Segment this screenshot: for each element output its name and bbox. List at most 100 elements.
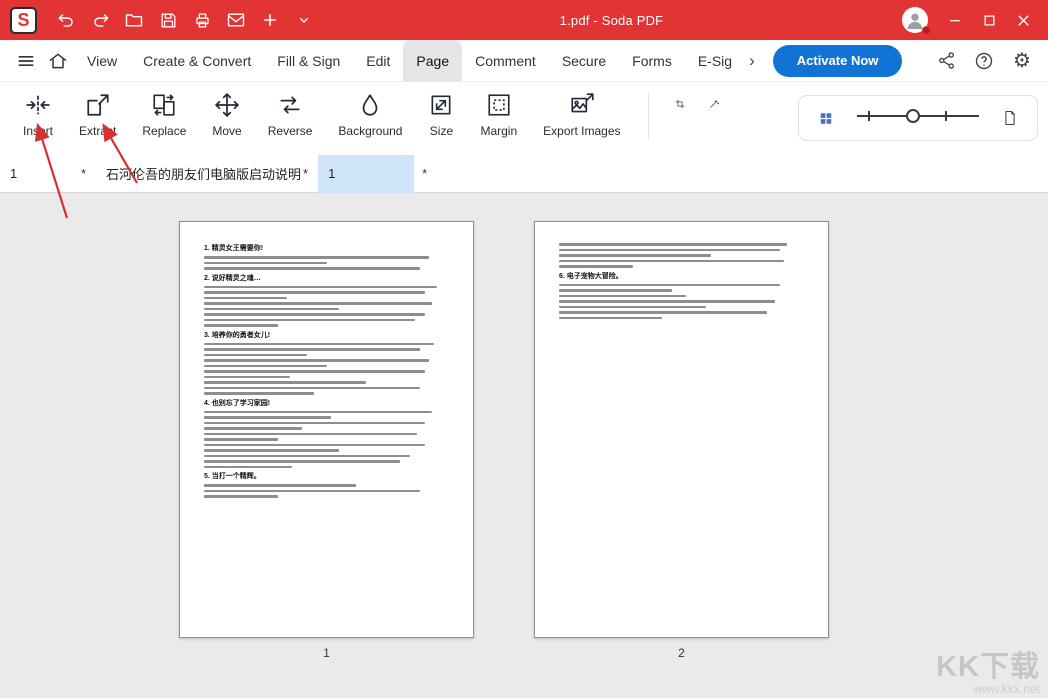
- page-text-paragraph: [559, 260, 804, 268]
- ribbon-replace-label: Replace: [142, 124, 186, 138]
- help-icon: [974, 51, 994, 71]
- tab-secure[interactable]: Secure: [549, 40, 619, 82]
- tab-create-convert[interactable]: Create & Convert: [130, 40, 264, 82]
- tab-page[interactable]: Page: [403, 40, 462, 82]
- page-text-paragraph: [559, 311, 804, 319]
- minimize-icon: [947, 12, 963, 28]
- save-icon: [159, 11, 178, 30]
- undo-button[interactable]: [49, 3, 83, 37]
- close-button[interactable]: [1006, 3, 1040, 37]
- ribbon-margin-button[interactable]: Margin: [467, 87, 530, 142]
- page-text-paragraph: [204, 444, 449, 452]
- ribbon-insert-button[interactable]: Insert: [10, 87, 66, 142]
- page-text-paragraph: [204, 256, 449, 264]
- page-text-heading: 6. 电子宠物大冒险。: [559, 273, 804, 281]
- help-button[interactable]: [968, 45, 1000, 77]
- ribbon-background-label: Background: [338, 124, 402, 138]
- print-button[interactable]: [185, 3, 219, 37]
- share-button[interactable]: [930, 45, 962, 77]
- minimize-button[interactable]: [938, 3, 972, 37]
- maximize-button[interactable]: [972, 3, 1006, 37]
- pdf-page-1[interactable]: 1. 精灵女王需要你!2. 说好精灵之魂…3. 培养你的勇者女儿!4. 也别忘了…: [179, 221, 474, 638]
- ribbon-background-button[interactable]: Background: [325, 87, 415, 142]
- doc-tab-3-modified: *: [414, 166, 435, 181]
- home-button[interactable]: [42, 45, 74, 77]
- background-icon: [357, 91, 383, 119]
- page-text-paragraph: [204, 387, 449, 395]
- document-canvas: 1. 精灵女王需要你!2. 说好精灵之魂…3. 培养你的勇者女儿!4. 也别忘了…: [0, 193, 1048, 698]
- doc-tab-2-modified: *: [303, 166, 308, 181]
- tab-view[interactable]: View: [74, 40, 130, 82]
- page-text-heading: 5. 当打一个精辉。: [204, 473, 449, 481]
- doc-tab-2[interactable]: 石河伦吾的朋友们电脑版启动说明 *: [96, 155, 318, 193]
- settings-button[interactable]: ⚙: [1006, 45, 1038, 77]
- page-text-paragraph: [204, 370, 449, 378]
- move-pages-icon: [214, 91, 240, 119]
- deskew-wand-icon: [709, 91, 719, 117]
- page-text-heading: 2. 说好精灵之魂…: [204, 275, 449, 283]
- ribbon-margin-label: Margin: [480, 124, 517, 138]
- ribbon-replace-button[interactable]: Replace: [129, 87, 199, 142]
- page-icon: [1003, 107, 1017, 129]
- tab-comment[interactable]: Comment: [462, 40, 549, 82]
- ribbon-insert-label: Insert: [23, 124, 53, 138]
- page-1-number: 1: [323, 646, 330, 660]
- ribbon-export-images-button[interactable]: Export Images: [530, 87, 633, 142]
- zoom-slider[interactable]: [853, 104, 983, 133]
- home-icon: [48, 51, 68, 71]
- crop-button[interactable]: [663, 87, 697, 121]
- doc-tab-1-modified: *: [81, 166, 86, 181]
- ribbon-separator: [648, 93, 649, 139]
- ribbon-extract-button[interactable]: Extract: [66, 87, 129, 142]
- tab-edit[interactable]: Edit: [353, 40, 403, 82]
- tab-forms[interactable]: Forms: [619, 40, 685, 82]
- page-text-paragraph: [204, 343, 449, 357]
- doc-tab-1[interactable]: 1 *: [0, 155, 96, 193]
- doc-tab-2-label: 石河伦吾的朋友们电脑版启动说明: [106, 164, 301, 183]
- single-page-view-button[interactable]: [997, 105, 1023, 131]
- page-text-paragraph: [204, 267, 449, 270]
- main-menu-button[interactable]: [10, 45, 42, 77]
- page-text-paragraph: [204, 490, 449, 498]
- tabs-overflow-chevron[interactable]: ›: [745, 51, 759, 71]
- email-button[interactable]: [219, 3, 253, 37]
- plus-icon: [261, 11, 279, 29]
- doc-tab-3-active[interactable]: 1: [318, 155, 414, 193]
- open-file-button[interactable]: [117, 3, 151, 37]
- page-text-paragraph: [204, 484, 449, 487]
- save-button[interactable]: [151, 3, 185, 37]
- page-2-number: 2: [678, 646, 685, 660]
- thumbnail-view-button[interactable]: [813, 105, 839, 131]
- ribbon-reverse-label: Reverse: [268, 124, 313, 138]
- page-text-paragraph: [204, 411, 449, 419]
- user-avatar[interactable]: [902, 7, 928, 33]
- quick-access-dropdown[interactable]: [287, 3, 321, 37]
- chevron-down-icon: [296, 12, 312, 28]
- avatar-badge: [922, 26, 931, 35]
- page-text-paragraph: [204, 286, 449, 300]
- tab-fill-sign[interactable]: Fill & Sign: [264, 40, 353, 82]
- pdf-page-2[interactable]: 6. 电子宠物大冒险。: [534, 221, 829, 638]
- crop-icon: [675, 91, 685, 117]
- soda-pdf-logo: S: [10, 7, 37, 34]
- ribbon-reverse-button[interactable]: Reverse: [255, 87, 326, 142]
- page-text-paragraph: [204, 359, 449, 367]
- tab-esign[interactable]: E-Sig: [685, 40, 745, 82]
- document-tabstrip: 1 * 石河伦吾的朋友们电脑版启动说明 * 1 *: [0, 155, 1048, 193]
- share-icon: [937, 51, 956, 70]
- export-images-icon: [569, 91, 595, 119]
- page-text-heading: 3. 培养你的勇者女儿!: [204, 332, 449, 340]
- email-icon: [226, 10, 246, 30]
- add-tool-button[interactable]: [253, 3, 287, 37]
- redo-button[interactable]: [83, 3, 117, 37]
- deskew-button[interactable]: [697, 87, 731, 121]
- activate-now-button[interactable]: Activate Now: [773, 45, 903, 77]
- ribbon-move-button[interactable]: Move: [199, 87, 254, 142]
- page-text-paragraph: [559, 300, 804, 308]
- page-text-paragraph: [204, 313, 449, 327]
- titlebar: S 1.pdf - Soda PDF: [0, 0, 1048, 40]
- grid-view-icon: [819, 109, 833, 128]
- ribbon-size-button[interactable]: Size: [415, 87, 467, 142]
- view-controls: [798, 95, 1038, 141]
- page-text-paragraph: [204, 455, 449, 458]
